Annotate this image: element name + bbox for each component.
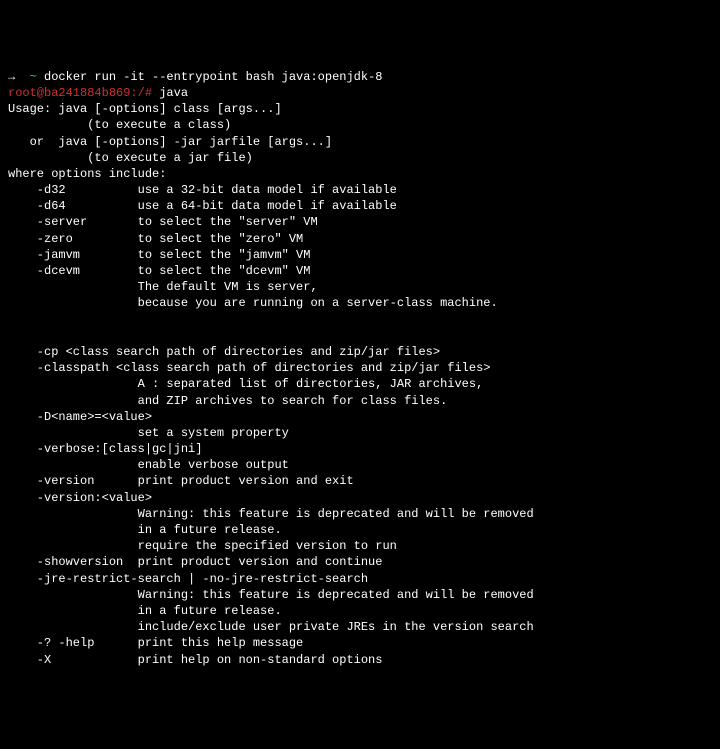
output-line: Warning: this feature is deprecated and … — [8, 507, 534, 521]
output-line: in a future release. — [8, 604, 282, 618]
output-line: (to execute a class) — [8, 118, 231, 132]
output-line: -d64 use a 64-bit data model if availabl… — [8, 199, 397, 213]
output-line: -classpath <class search path of directo… — [8, 361, 490, 375]
output-line: and ZIP archives to search for class fil… — [8, 394, 447, 408]
root-prompt: root@ba241884b869:/# — [8, 86, 159, 100]
output-line: -server to select the "server" VM — [8, 215, 318, 229]
output-line: -zero to select the "zero" VM — [8, 232, 303, 246]
output-line: Warning: this feature is deprecated and … — [8, 588, 534, 602]
prompt-tilde: ~ — [30, 70, 44, 84]
output-line: -cp <class search path of directories an… — [8, 345, 440, 359]
output-line: -jamvm to select the "jamvm" VM — [8, 248, 310, 262]
output-line: -jre-restrict-search | -no-jre-restrict-… — [8, 572, 368, 586]
java-command: java — [159, 86, 188, 100]
output-line: set a system property — [8, 426, 289, 440]
output-line: -? -help print this help message — [8, 636, 303, 650]
output-line: -showversion print product version and c… — [8, 555, 382, 569]
output-line: or java [-options] -jar jarfile [args...… — [8, 135, 332, 149]
output-line: -dcevm to select the "dcevm" VM — [8, 264, 310, 278]
output-line: -version:<value> — [8, 491, 152, 505]
output-line: include/exclude user private JREs in the… — [8, 620, 534, 634]
output-line: where options include: — [8, 167, 166, 181]
output-line: The default VM is server, — [8, 280, 318, 294]
output-line: require the specified version to run — [8, 539, 397, 553]
prompt-arrow: → — [8, 70, 30, 84]
output-line: A : separated list of directories, JAR a… — [8, 377, 483, 391]
output-line: (to execute a jar file) — [8, 151, 253, 165]
output-line: -version print product version and exit — [8, 474, 354, 488]
output-line: -X print help on non-standard options — [8, 653, 382, 667]
output-line: enable verbose output — [8, 458, 289, 472]
output-line: Usage: java [-options] class [args...] — [8, 102, 282, 116]
output-line: -D<name>=<value> — [8, 410, 152, 424]
output-line: because you are running on a server-clas… — [8, 296, 498, 310]
terminal-output: → ~ docker run -it --entrypoint bash jav… — [8, 69, 712, 668]
output-line: -d32 use a 32-bit data model if availabl… — [8, 183, 397, 197]
output-line: -verbose:[class|gc|jni] — [8, 442, 202, 456]
output-line: in a future release. — [8, 523, 282, 537]
docker-command: docker run -it --entrypoint bash java:op… — [44, 70, 382, 84]
